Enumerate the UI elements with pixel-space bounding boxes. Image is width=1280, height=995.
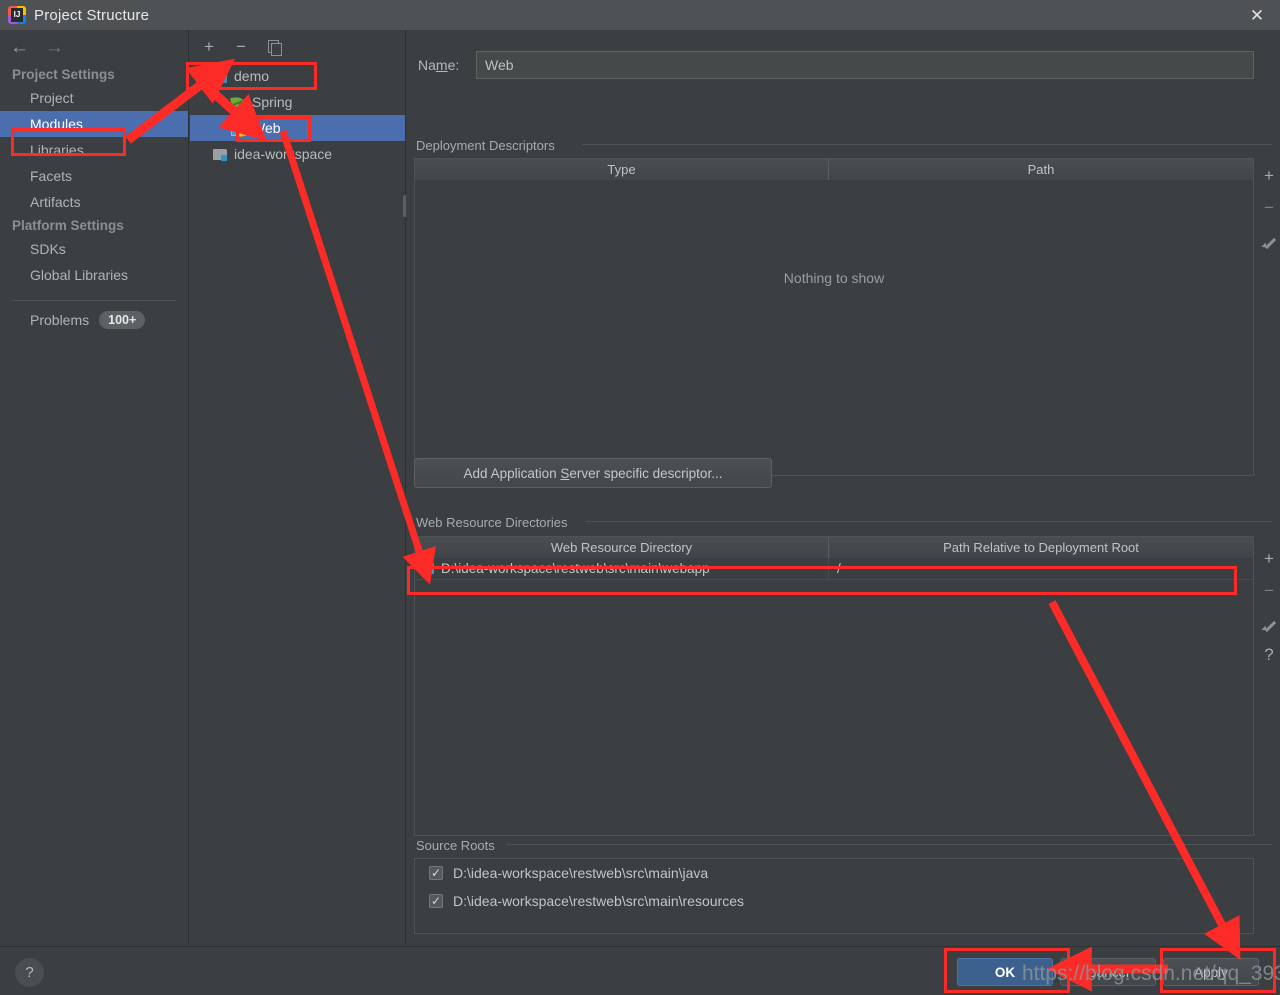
sidebar-item-modules[interactable]: Modules: [0, 111, 188, 137]
deployment-descriptors-title: Deployment Descriptors: [416, 138, 563, 153]
column-header-path-relative[interactable]: Path Relative to Deployment Root: [829, 537, 1253, 558]
sidebar-item-facets[interactable]: Facets: [0, 163, 188, 189]
source-root-checkbox[interactable]: [429, 893, 443, 909]
tree-node-demo[interactable]: ▼ demo: [190, 63, 405, 89]
sidebar-item-artifacts[interactable]: Artifacts: [0, 189, 188, 215]
sidebar-item-libraries[interactable]: Libraries: [0, 137, 188, 163]
table-header-row: Type Path: [415, 159, 1253, 180]
module-tree-pane: + − ▼ demo Spring Web idea-workspace: [190, 30, 406, 945]
web-icon: [230, 121, 247, 137]
column-header-web-resource-directory[interactable]: Web Resource Directory: [415, 537, 829, 558]
tree-node-idea-workspace[interactable]: idea-workspace: [190, 141, 405, 167]
web-resource-directory-value: D:\idea-workspace\restweb\src\main\webap…: [441, 561, 710, 576]
add-web-resource-icon[interactable]: +: [1254, 543, 1280, 575]
source-root-checkbox[interactable]: [429, 865, 443, 881]
sidebar-item-problems[interactable]: Problems 100+: [0, 311, 188, 329]
source-root-path: D:\idea-workspace\restweb\src\main\java: [453, 865, 709, 881]
spring-icon: [230, 95, 247, 110]
sidebar-nav: ← →: [0, 30, 188, 64]
forward-arrow-icon[interactable]: →: [45, 38, 64, 57]
column-header-path[interactable]: Path: [829, 159, 1253, 180]
name-label-part1: Na: [418, 57, 436, 73]
sidebar-divider: [12, 300, 176, 301]
sidebar-item-global-libraries[interactable]: Global Libraries: [0, 262, 188, 288]
tree-node-label: Web: [252, 120, 281, 136]
module-name-row: Name:: [406, 48, 1280, 82]
edit-descriptor-icon[interactable]: [1254, 224, 1280, 256]
module-icon: [212, 69, 229, 84]
sidebar-group-platform-settings: Platform Settings: [12, 218, 124, 233]
intellij-idea-icon: IJ: [8, 6, 26, 24]
deployment-descriptors-table[interactable]: Type Path Nothing to show: [414, 158, 1254, 476]
back-arrow-icon[interactable]: ←: [10, 38, 29, 57]
module-name-input[interactable]: [476, 51, 1254, 79]
remove-web-resource-icon[interactable]: −: [1254, 575, 1280, 607]
table-header-row: Web Resource Directory Path Relative to …: [415, 537, 1253, 558]
table-row[interactable]: D:\idea-workspace\restweb\src\main\webap…: [415, 557, 1253, 580]
deployment-descriptors-toolbar: + −: [1254, 160, 1280, 256]
name-label-mnemonic: m: [435, 57, 448, 73]
group-rule: [586, 521, 1272, 522]
ok-button[interactable]: OK: [957, 958, 1053, 986]
add-module-icon[interactable]: +: [204, 38, 214, 55]
add-application-server-descriptor-button[interactable]: Add Application Server specific descript…: [414, 458, 772, 488]
remove-module-icon[interactable]: −: [236, 38, 246, 55]
apply-button[interactable]: Apply: [1163, 958, 1259, 986]
column-header-type[interactable]: Type: [415, 159, 829, 180]
btn-label-part2: erver specific descriptor...: [569, 465, 723, 481]
deployment-descriptors-empty-message: Nothing to show: [783, 270, 885, 286]
edit-web-resource-icon[interactable]: [1254, 607, 1280, 639]
module-name-label: Name:: [406, 57, 476, 73]
source-root-row[interactable]: D:\idea-workspace\restweb\src\main\resou…: [415, 887, 1253, 915]
module-tree-toolbar: + −: [190, 30, 405, 63]
name-label-part2: e:: [447, 57, 460, 73]
dialog-footer: ? OK Cancel Apply: [0, 946, 1280, 995]
problems-label: Problems: [30, 312, 90, 328]
remove-descriptor-icon[interactable]: −: [1254, 192, 1280, 224]
group-rule: [582, 144, 1272, 145]
deployment-path-cell[interactable]: /: [829, 561, 841, 576]
sidebar-item-sdks[interactable]: SDKs: [0, 236, 188, 262]
source-roots-list[interactable]: D:\idea-workspace\restweb\src\main\java …: [414, 858, 1254, 934]
problems-count-badge: 100+: [99, 311, 146, 329]
help-icon[interactable]: ?: [15, 958, 44, 987]
module-icon: [212, 147, 229, 162]
title-bar: IJ Project Structure ✕: [0, 0, 1280, 30]
project-structure-dialog: IJ Project Structure ✕ ← → Project Setti…: [0, 0, 1280, 995]
web-resource-directories-table[interactable]: Web Resource Directory Path Relative to …: [414, 536, 1254, 836]
module-settings-panel: Name: Deployment Descriptors Type Path N…: [406, 30, 1280, 945]
cancel-button[interactable]: Cancel: [1060, 958, 1156, 986]
web-resource-directories-title: Web Resource Directories: [416, 515, 576, 530]
source-roots-title: Source Roots: [416, 838, 503, 853]
tree-node-label: Spring: [252, 94, 293, 110]
settings-sidebar: ← → Project Settings Project Modules Lib…: [0, 30, 189, 945]
help-web-resource-icon[interactable]: ?: [1254, 639, 1280, 671]
close-icon[interactable]: ✕: [1234, 0, 1280, 30]
tree-node-web[interactable]: Web: [190, 115, 405, 141]
tree-node-label: demo: [234, 68, 270, 84]
add-descriptor-icon[interactable]: +: [1254, 160, 1280, 192]
web-resource-directories-toolbar: + − ?: [1254, 543, 1280, 671]
group-rule: [506, 844, 1272, 845]
source-root-row[interactable]: D:\idea-workspace\restweb\src\main\java: [415, 859, 1253, 887]
source-root-path: D:\idea-workspace\restweb\src\main\resou…: [453, 893, 744, 909]
chevron-down-icon[interactable]: ▼: [194, 71, 212, 81]
sidebar-item-project[interactable]: Project: [0, 85, 188, 111]
web-resource-directory-cell[interactable]: D:\idea-workspace\restweb\src\main\webap…: [415, 557, 829, 580]
tree-node-label: idea-workspace: [234, 146, 333, 162]
btn-label-part1: Add Application: [463, 465, 561, 481]
sidebar-group-project-settings: Project Settings: [12, 67, 115, 82]
folder-web-icon: [421, 563, 434, 574]
copy-module-icon[interactable]: [267, 39, 282, 56]
tree-node-spring[interactable]: Spring: [190, 89, 405, 115]
window-title: Project Structure: [34, 6, 150, 24]
